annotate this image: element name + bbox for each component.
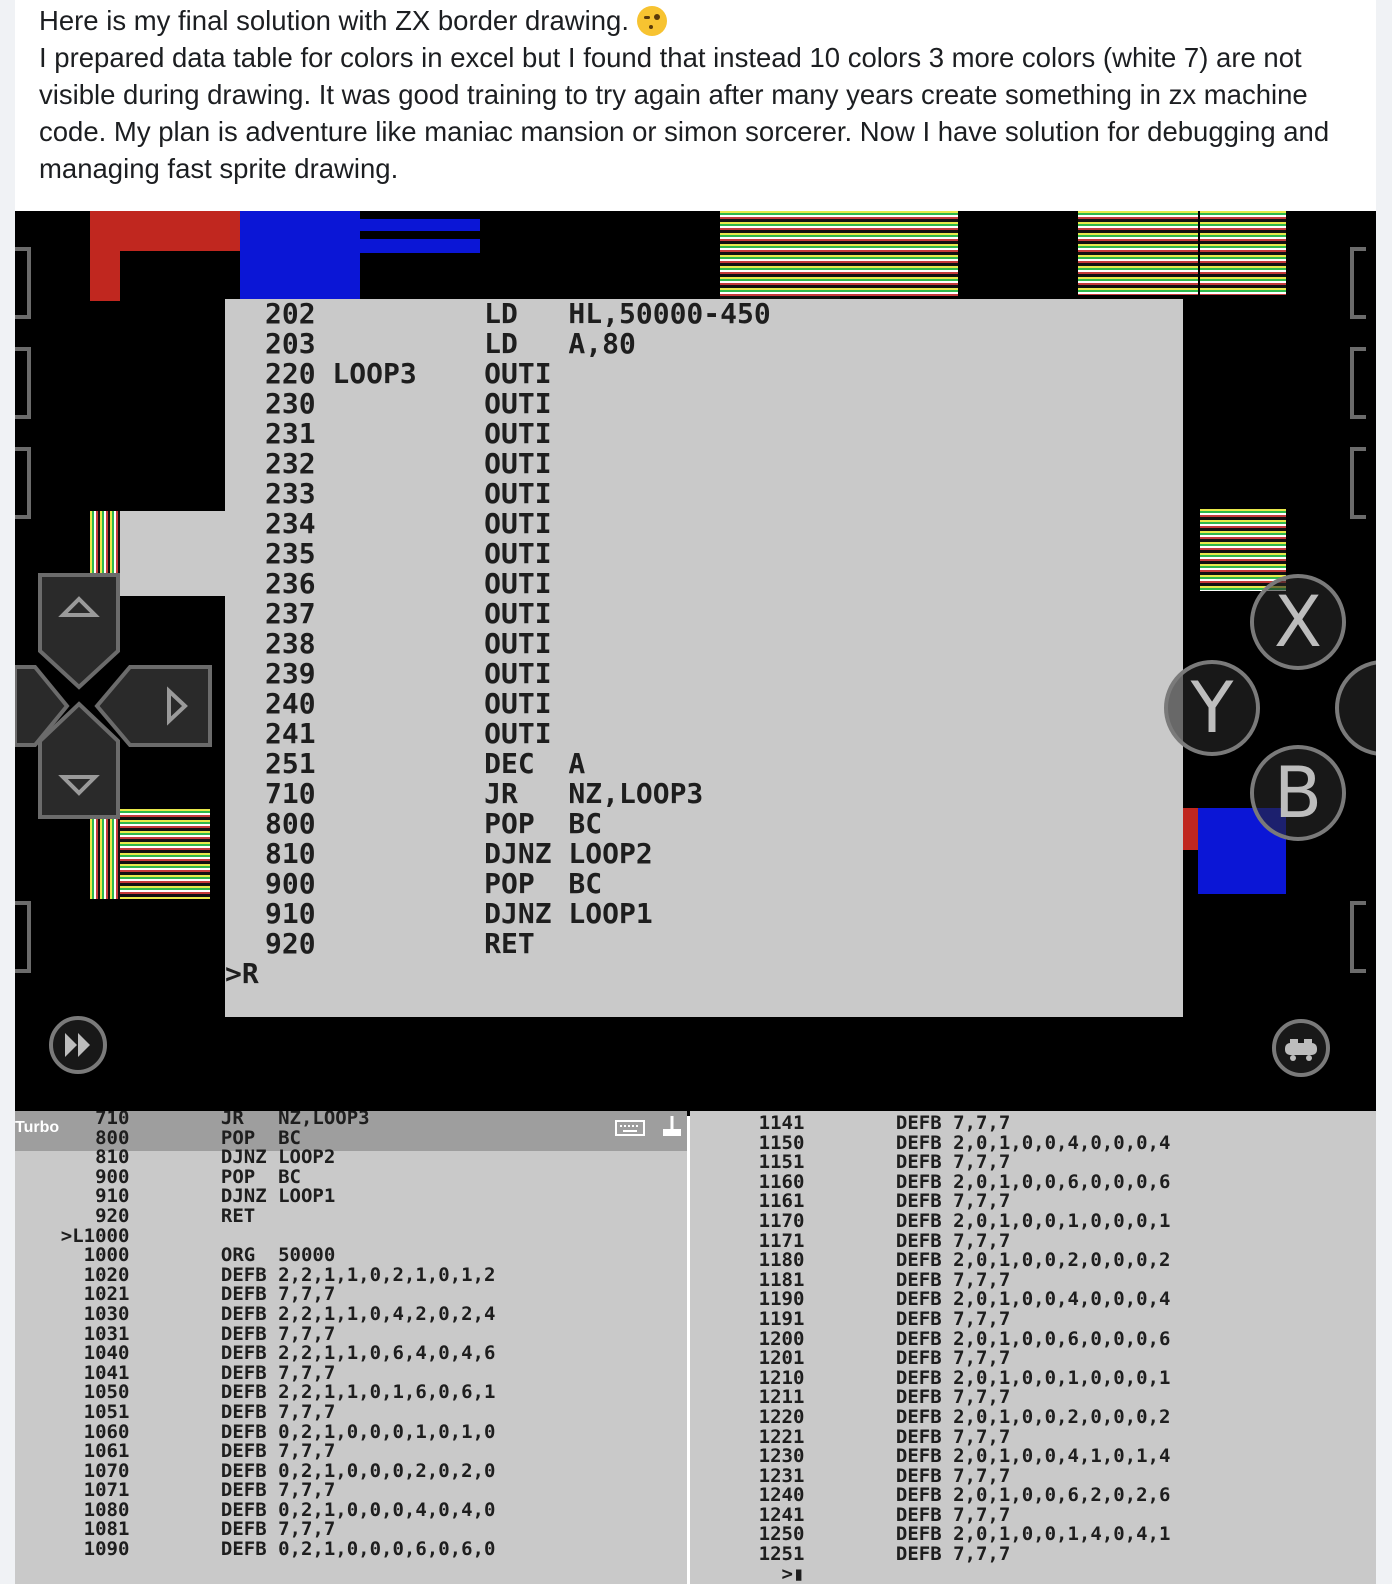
listing-line: 239 OUTI	[265, 657, 569, 690]
border-blue-block	[240, 211, 360, 299]
listing-line: 1230 DEFB 2,0,1,0,0,4,1,0,1,4	[690, 1445, 1171, 1468]
listing-line: 900 POP BC	[265, 867, 603, 900]
listing-line: 220 LOOP3 OUTI	[265, 357, 569, 390]
listing-line: 230 OUTI	[265, 387, 569, 420]
border-stripes	[1200, 509, 1286, 591]
post-line-1: Here is my final solution with ZX border…	[39, 5, 629, 36]
dpad-up-button[interactable]	[38, 573, 120, 690]
emulator-screenshot: 202 LD HL,50000-450 203 LD A,80 220 LOOP3 …	[15, 211, 1376, 1116]
edge-tab	[15, 247, 31, 319]
edge-tab	[1350, 247, 1366, 319]
listing-line: 1090 DEFB 0,2,1,0,0,0,6,0,6,0	[15, 1538, 496, 1561]
listing-line: 202 LD HL,50000-450	[265, 297, 771, 330]
listing-line: 240 OUTI	[265, 687, 569, 720]
post-body: Here is my final solution with ZX border…	[39, 2, 1349, 187]
listing-line: 920 RET	[15, 1204, 256, 1227]
keyboard-icon[interactable]	[615, 1117, 645, 1139]
listing-line: 1061 DEFB 7,7,7	[15, 1440, 336, 1463]
border-stripes	[720, 211, 840, 299]
listing-line: 800 POP BC	[265, 807, 603, 840]
listing-line: 203 LD A,80	[265, 327, 636, 360]
b-button[interactable]: B	[1250, 745, 1346, 841]
x-button-label: X	[1274, 581, 1322, 663]
basic-listing-screen: 202 LD HL,50000-450 203 LD A,80 220 LOOP3 …	[225, 299, 1183, 1017]
assembler-listing-3: 1141 DEFB 7,7,7 1150 DEFB 2,0,1,0,0,4,0,…	[690, 1112, 1171, 1584]
y-button-label: Y	[1190, 667, 1234, 749]
listing-line: 241 OUTI	[265, 717, 569, 750]
dpad-right-button[interactable]	[94, 665, 212, 747]
listing-line: 710 JR NZ,LOOP3	[265, 777, 704, 810]
listing-line: 1191 DEFB 7,7,7	[690, 1307, 1011, 1330]
border-red-block	[90, 251, 120, 301]
listing-line: 1201 DEFB 7,7,7	[690, 1347, 1011, 1370]
assembler-listing: 202 LD HL,50000-450 203 LD A,80 220 LOOP3 …	[265, 299, 771, 959]
command-prompt[interactable]: >R	[225, 959, 259, 989]
border-blue-block	[360, 219, 480, 231]
listing-line: 1051 DEFB 7,7,7	[15, 1400, 336, 1423]
command-prompt[interactable]: >▮	[690, 1564, 1170, 1584]
border-red-block	[90, 211, 240, 251]
gamepad-icon	[1285, 1039, 1317, 1061]
listing-line: 1211 DEFB 7,7,7	[690, 1386, 1011, 1409]
listing-line: 1050 DEFB 2,2,1,1,0,1,6,0,6,1	[15, 1381, 496, 1404]
listing-line: 233 OUTI	[265, 477, 569, 510]
x-button[interactable]: X	[1250, 574, 1346, 670]
joystick-icon[interactable]	[659, 1113, 685, 1139]
listing-line: 1000 ORG 50000	[15, 1244, 336, 1267]
y-button[interactable]: Y	[1164, 660, 1260, 756]
edge-tab	[15, 347, 31, 419]
listing-line: 1240 DEFB 2,0,1,0,0,6,2,0,2,6	[690, 1484, 1171, 1507]
wink-emoji-icon	[636, 6, 667, 36]
listing-line: 1030 DEFB 2,2,1,1,0,4,2,0,2,4	[15, 1302, 496, 1325]
listing-line: 1141 DEFB 7,7,7	[690, 1112, 1011, 1134]
edge-tab	[15, 447, 31, 519]
listing-line: 1151 DEFB 7,7,7	[690, 1151, 1011, 1174]
listing-line: 1071 DEFB 7,7,7	[15, 1479, 336, 1502]
listing-line: 1220 DEFB 2,0,1,0,0,2,0,0,0,2	[690, 1405, 1171, 1428]
edge-tab	[1350, 447, 1366, 519]
b-button-label: B	[1273, 752, 1323, 834]
listing-line: 232 OUTI	[265, 447, 569, 480]
fast-forward-icon	[65, 1033, 90, 1057]
listing-line: 231 OUTI	[265, 417, 569, 450]
fast-forward-button[interactable]	[49, 1016, 107, 1074]
listing-line: 810 DJNZ LOOP2	[15, 1146, 336, 1169]
edge-tab	[15, 901, 31, 973]
listing-line: 1021 DEFB 7,7,7	[15, 1283, 336, 1306]
border-stripes	[1078, 211, 1198, 295]
gamepad-menu-button[interactable]	[1272, 1019, 1330, 1077]
listing-line: 1180 DEFB 2,0,1,0,0,2,0,0,0,2	[690, 1249, 1171, 1272]
listing-line: 238 OUTI	[265, 627, 569, 660]
listing-line: 1190 DEFB 2,0,1,0,0,4,0,0,0,4	[690, 1288, 1171, 1311]
listing-line: 910 DJNZ LOOP1	[265, 897, 653, 930]
edge-tab	[1350, 901, 1366, 973]
listing-line: 1040 DEFB 2,2,1,1,0,6,4,0,4,6	[15, 1342, 496, 1365]
listing-line: 236 OUTI	[265, 567, 569, 600]
listing-line: 251 DEC A	[265, 747, 586, 780]
dpad-graphic[interactable]	[15, 571, 235, 851]
assembler-listing-2: 710 JR NZ,LOOP3 800 POP BC 810 DJNZ LOOP…	[15, 1111, 496, 1561]
listing-line: 1170 DEFB 2,0,1,0,0,1,0,0,0,1	[690, 1209, 1171, 1232]
border-blue-block	[360, 239, 480, 253]
border-stripes	[1200, 211, 1286, 295]
listing-line: 1251 DEFB 7,7,7	[690, 1543, 1011, 1566]
listing-line: 810 DJNZ LOOP2	[265, 837, 653, 870]
listing-line: 234 OUTI	[265, 507, 569, 540]
a-button[interactable]: A	[1335, 660, 1376, 756]
post-line-2: I prepared data table for colors in exce…	[39, 42, 1330, 184]
listing-screenshot-right: 1141 DEFB 7,7,7 1150 DEFB 2,0,1,0,0,4,0,…	[690, 1111, 1376, 1584]
border-stripes	[840, 211, 958, 296]
listing-line: 237 OUTI	[265, 597, 569, 630]
listing-line: 920 RET	[265, 927, 569, 960]
listing-screenshot-left: Turbo 710 JR NZ,LOOP3 800 POP BC 810 DJN…	[15, 1111, 687, 1584]
edge-tab	[1350, 347, 1366, 419]
listing-line: 235 OUTI	[265, 537, 569, 570]
listing-line: 710 JR NZ,LOOP3	[15, 1111, 370, 1129]
